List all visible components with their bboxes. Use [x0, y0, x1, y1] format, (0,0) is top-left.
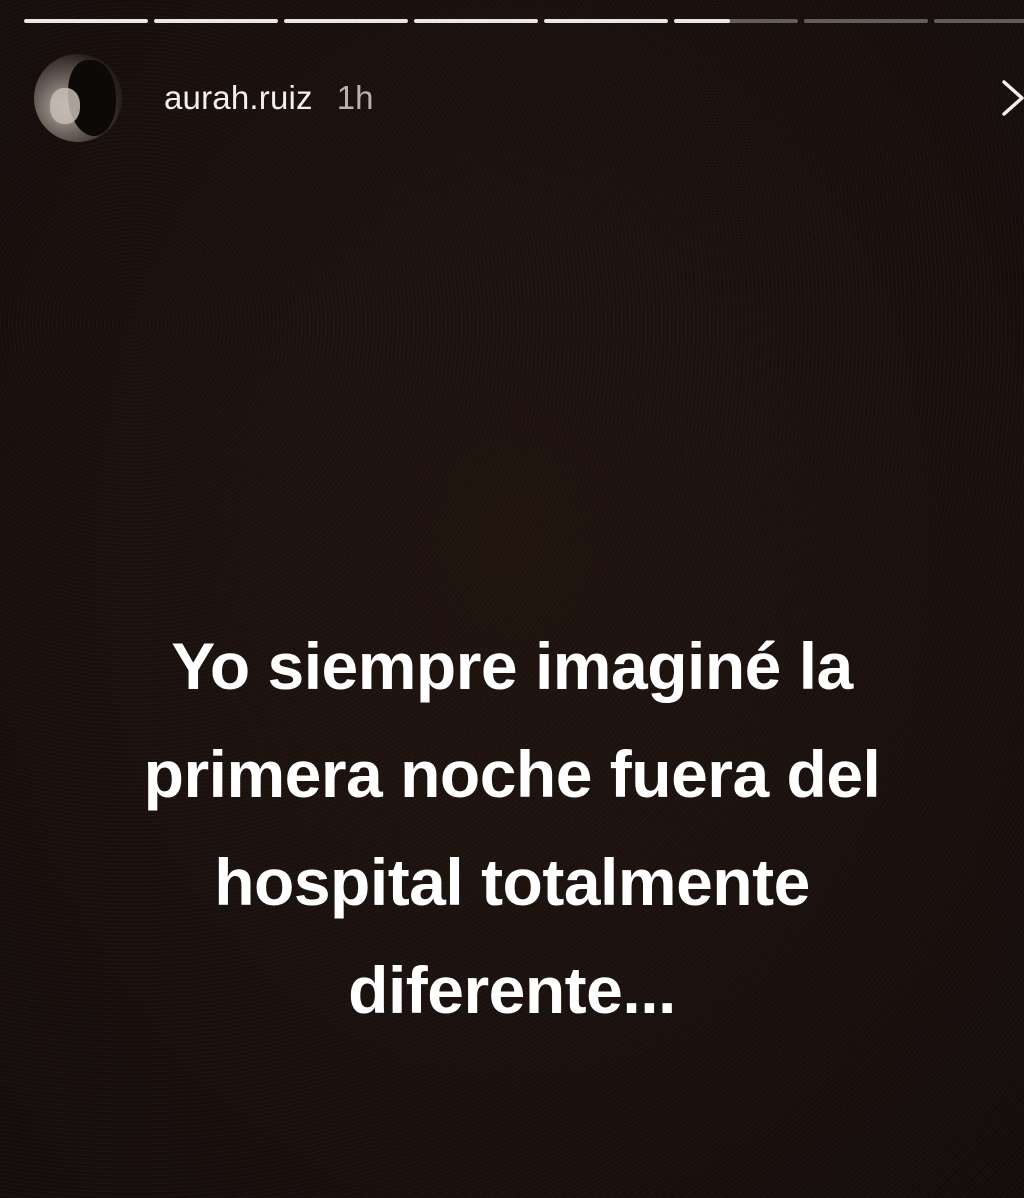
progress-segment-fill [544, 19, 668, 23]
progress-segment [284, 19, 408, 23]
progress-segment [414, 19, 538, 23]
progress-segment-fill [414, 19, 538, 23]
progress-segment [544, 19, 668, 23]
story-caption: Yo siempre imaginé la primera noche fuer… [40, 612, 984, 1044]
avatar[interactable] [34, 54, 122, 142]
progress-segment [674, 19, 798, 23]
next-story-button[interactable] [998, 78, 1024, 118]
avatar-face [50, 88, 80, 124]
progress-segment-fill [284, 19, 408, 23]
progress-segment-fill [154, 19, 278, 23]
caption-line-2: primera noche fuera del [143, 737, 881, 811]
story-viewer[interactable]: aurah.ruiz 1h Yo siempre imaginé la prim… [0, 0, 1024, 1198]
progress-segment [24, 19, 148, 23]
progress-segment [154, 19, 278, 23]
progress-segment [934, 19, 1024, 23]
caption-line-4: diferente... [348, 953, 676, 1027]
story-header: aurah.ruiz 1h [34, 52, 1024, 144]
username-link[interactable]: aurah.ruiz [164, 79, 313, 117]
timestamp: 1h [336, 79, 374, 116]
story-progress-bar [24, 18, 1024, 24]
progress-segment-fill [24, 19, 148, 23]
chevron-right-icon [1002, 80, 1024, 116]
progress-segment-fill [674, 19, 730, 23]
caption-line-1: Yo siempre imaginé la [171, 629, 853, 703]
progress-segment [804, 19, 928, 23]
caption-line-3: hospital totalmente [214, 845, 810, 919]
